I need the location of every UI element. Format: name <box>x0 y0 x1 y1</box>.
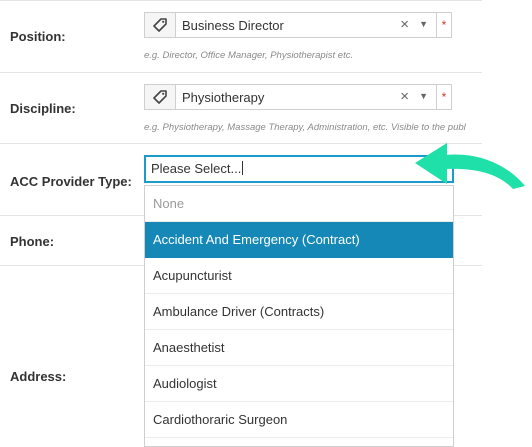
option-ambulance-driver[interactable]: Ambulance Driver (Contracts) <box>145 294 453 330</box>
acc-provider-type-dropdown: None Accident And Emergency (Contract) A… <box>144 185 454 447</box>
discipline-value: Physiotherapy <box>182 90 265 105</box>
option-accident-and-emergency[interactable]: Accident And Emergency (Contract) <box>145 222 453 258</box>
option-cardiothoraric-surgeon[interactable]: Cardiothoraric Surgeon <box>145 402 453 438</box>
option-anaesthetist[interactable]: Anaesthetist <box>145 330 453 366</box>
discipline-label: Discipline: <box>10 101 76 116</box>
row-divider <box>0 72 482 73</box>
required-marker: * <box>436 13 451 37</box>
tag-icon <box>145 13 176 37</box>
chevron-down-icon[interactable]: ▼ <box>419 19 428 29</box>
discipline-hint: e.g. Physiotherapy, Massage Therapy, Adm… <box>144 122 466 133</box>
address-label: Address: <box>10 369 67 384</box>
chevron-down-icon[interactable]: ▼ <box>419 91 428 101</box>
phone-label: Phone: <box>10 234 55 249</box>
clear-icon[interactable]: × <box>400 88 409 105</box>
position-label: Position: <box>10 29 66 44</box>
acc-provider-type-placeholder: Please Select... <box>151 161 242 176</box>
text-cursor <box>242 161 244 175</box>
acc-provider-type-label: ACC Provider Type: <box>10 174 132 189</box>
position-select[interactable]: Business Director × ▼ * <box>144 12 452 38</box>
option-acupuncturist[interactable]: Acupuncturist <box>145 258 453 294</box>
position-value: Business Director <box>182 18 284 33</box>
row-divider <box>0 0 482 1</box>
curved-arrow-icon <box>415 143 525 189</box>
clear-icon[interactable]: × <box>400 16 409 33</box>
discipline-select[interactable]: Physiotherapy × ▼ * <box>144 84 452 110</box>
option-audiologist[interactable]: Audiologist <box>145 366 453 402</box>
position-hint: e.g. Director, Office Manager, Physiothe… <box>144 50 354 61</box>
tag-icon <box>145 85 176 109</box>
required-marker: * <box>436 85 451 109</box>
